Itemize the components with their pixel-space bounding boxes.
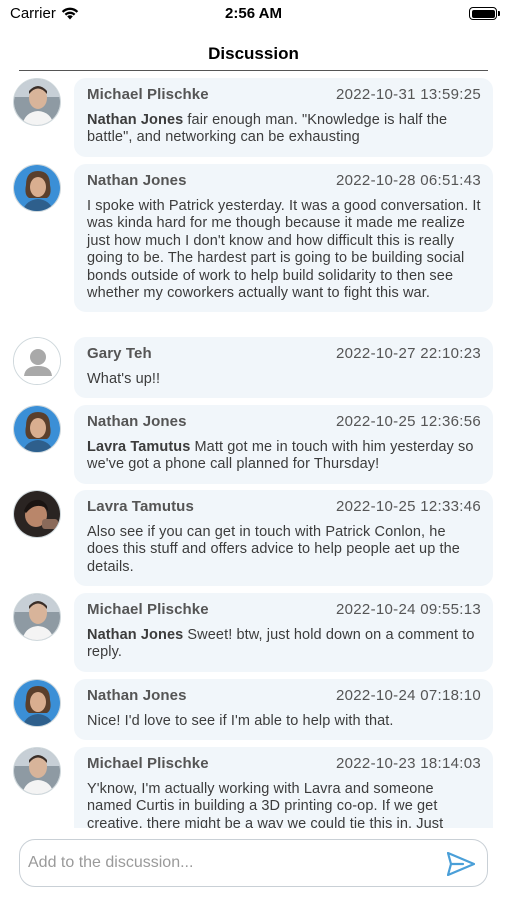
comment-author[interactable]: Nathan Jones [87,172,187,189]
comment-timestamp: 2022-10-24 09:55:13 [336,601,481,618]
status-bar: Carrier 2:56 AM [0,0,507,30]
comment-feed[interactable]: Michael Plischke 2022-10-31 13:59:25 Nat… [0,76,507,828]
comment-timestamp: 2022-10-27 22:10:23 [336,345,481,362]
comment-text: Nice! I'd love to see if I'm able to hel… [87,713,481,730]
comment-text: Lavra Tamutus Matt got me in touch with … [87,439,481,474]
comment-mention[interactable]: Lavra Tamutus [87,439,190,455]
comment-input[interactable] [28,848,438,878]
comment-author[interactable]: Lavra Tamutus [87,498,194,515]
comment-bubble[interactable]: Michael Plischke 2022-10-31 13:59:25 Nat… [74,78,493,157]
comment-text: I spoke with Patrick yesterday. It was a… [87,198,481,302]
comment-timestamp: 2022-10-24 07:18:10 [336,687,481,704]
person-photo-icon[interactable] [13,747,61,795]
person-photo-icon[interactable] [13,490,61,538]
comment-mention[interactable]: Nathan Jones [87,627,183,643]
comment-bubble[interactable]: Nathan Jones 2022-10-25 12:36:56 Lavra T… [74,405,493,484]
comment-author[interactable]: Michael Plischke [87,86,209,103]
person-photo-icon[interactable] [13,593,61,641]
comment-mention[interactable]: Nathan Jones [87,112,183,128]
comment-author[interactable]: Nathan Jones [87,413,187,430]
comment-bubble[interactable]: Michael Plischke 2022-10-24 09:55:13 Nat… [74,593,493,672]
comment-timestamp: 2022-10-25 12:33:46 [336,498,481,515]
person-photo-icon[interactable] [13,164,61,212]
person-photo-icon[interactable] [13,405,61,453]
status-time: 2:56 AM [225,5,282,22]
comment-bubble[interactable]: Lavra Tamutus 2022-10-25 12:33:46 Also s… [74,490,493,587]
comment-text: Nathan Jones fair enough man. "Knowledge… [87,112,481,147]
comment-author[interactable]: Michael Plischke [87,601,209,618]
comment-bubble[interactable]: Nathan Jones 2022-10-24 07:18:10 Nice! I… [74,679,493,741]
comment-body: Y'know, I'm actually working with Lavra … [87,781,444,828]
comment-text: What's up!! [87,371,481,388]
person-photo-icon[interactable] [13,78,61,126]
comment-timestamp: 2022-10-25 12:36:56 [336,413,481,430]
battery-icon [469,7,500,20]
comment-author[interactable]: Michael Plischke [87,755,209,772]
page-title: Discussion [208,44,299,63]
default-user-icon[interactable] [13,337,61,385]
comment-author[interactable]: Gary Teh [87,345,152,362]
comment-composer[interactable] [19,839,488,887]
comment-timestamp: 2022-10-23 18:14:03 [336,755,481,772]
comment-body: Nice! I'd love to see if I'm able to hel… [87,713,394,729]
header-divider [19,70,488,71]
comment-bubble[interactable]: Michael Plischke 2022-10-23 18:14:03 Y'k… [74,747,493,828]
comment-text: Also see if you can get in touch with Pa… [87,524,481,576]
comment-bubble[interactable]: Gary Teh 2022-10-27 22:10:23 What's up!! [74,337,493,399]
comment-body: What's up!! [87,371,161,387]
comment-text: Nathan Jones Sweet! btw, just hold down … [87,627,481,662]
comment-body: I spoke with Patrick yesterday. It was a… [87,198,481,302]
person-photo-icon[interactable] [13,679,61,727]
comment-bubble[interactable]: Nathan Jones 2022-10-28 06:51:43 I spoke… [74,164,493,313]
send-button[interactable] [446,851,476,877]
comment-body: Also see if you can get in touch with Pa… [87,524,460,575]
comment-timestamp: 2022-10-28 06:51:43 [336,172,481,189]
comment-timestamp: 2022-10-31 13:59:25 [336,86,481,103]
send-icon[interactable] [446,851,476,877]
comment-author[interactable]: Nathan Jones [87,687,187,704]
comment-text: Y'know, I'm actually working with Lavra … [87,781,481,828]
